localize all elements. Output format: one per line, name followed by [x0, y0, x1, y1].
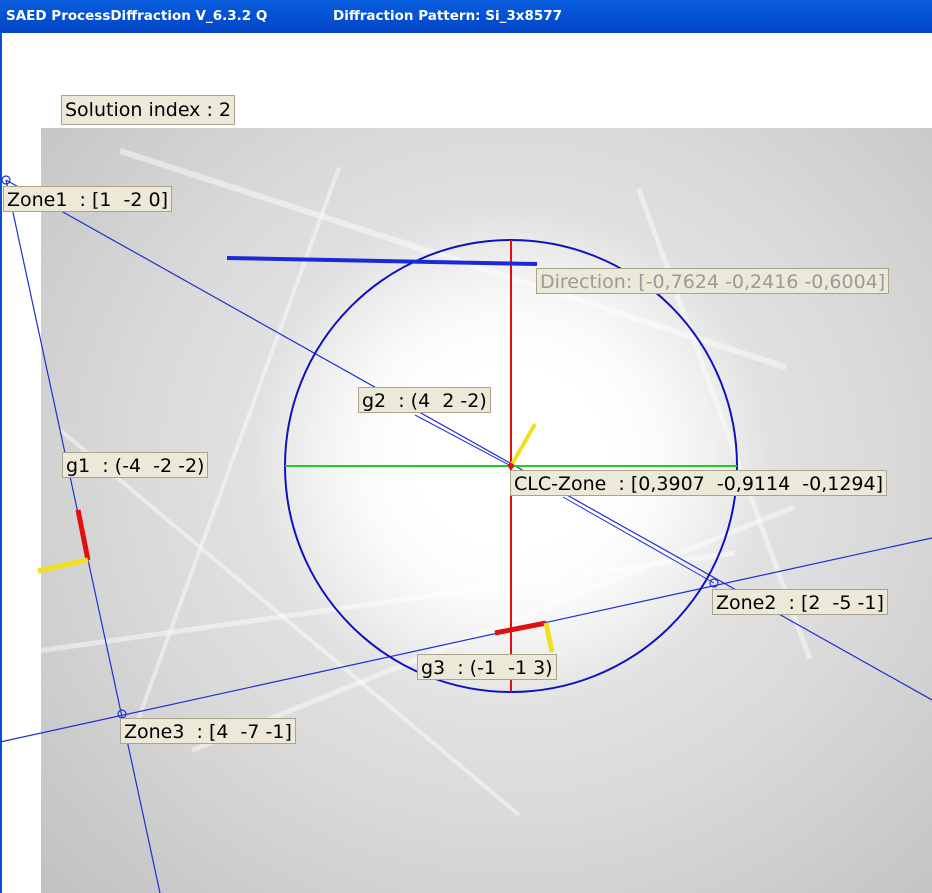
g-vector-line: [414, 414, 512, 467]
g1-vector-red: [75, 509, 91, 561]
zone2-label: Zone2 : [2 -5 -1]: [712, 589, 888, 615]
zone1-label: Zone1 : [1 -2 0]: [3, 186, 173, 212]
center-marker: [508, 463, 514, 469]
g1-vector-yellow: [37, 557, 89, 574]
g1-label: g1 : (-4 -2 -2): [62, 452, 209, 478]
g-vector-line: [562, 496, 715, 584]
g2-label: g2 : (4 2 -2): [358, 387, 491, 413]
g3-vector-red: [494, 620, 547, 636]
app-window: SAED ProcessDiffraction V_6.3.2 Q Diffra…: [0, 0, 932, 893]
solution-overlay: [0, 175, 932, 893]
zone3-label: Zone3 : [4 -7 -1]: [120, 718, 296, 744]
g3-label: g3 : (-1 -1 3): [417, 654, 557, 680]
zone-line: [0, 537, 932, 743]
zone-line: [5, 179, 932, 701]
g3-vector-yellow: [543, 622, 555, 653]
clc-zone-label: CLC-Zone : [0,3907 -0,9114 -0,1294]: [510, 470, 888, 496]
direction-label: Direction: [-0,7624 -0,2416 -0,6004]: [536, 268, 890, 294]
direction-line: [226, 256, 538, 266]
center-g-vector: [509, 423, 537, 467]
